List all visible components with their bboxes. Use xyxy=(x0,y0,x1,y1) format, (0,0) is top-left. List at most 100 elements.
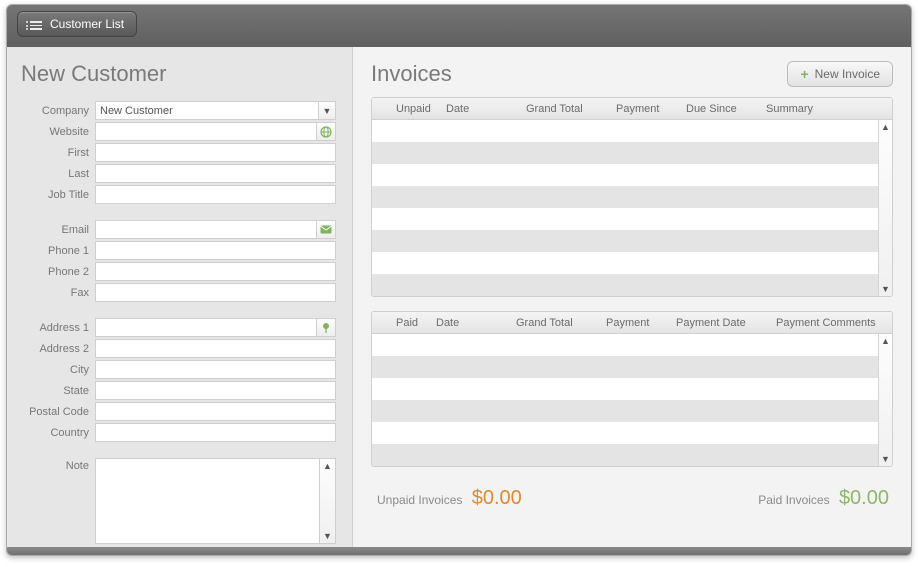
phone2-input[interactable] xyxy=(95,262,336,281)
table-row[interactable] xyxy=(372,252,878,274)
postal-input[interactable] xyxy=(95,402,336,421)
city-input[interactable] xyxy=(95,360,336,379)
globe-icon[interactable] xyxy=(316,122,336,141)
customer-list-label: Customer List xyxy=(50,17,124,31)
address2-input[interactable] xyxy=(95,339,336,358)
scroll-up-icon[interactable]: ▲ xyxy=(323,461,332,471)
column-header[interactable]: Payment Date xyxy=(672,317,772,329)
scroll-down-icon[interactable]: ▼ xyxy=(881,454,890,464)
unpaid-invoices-grid: UnpaidDateGrand TotalPaymentDue SinceSum… xyxy=(371,97,893,297)
app-window: Customer List New Customer Company ▼ Web… xyxy=(6,4,912,556)
mail-icon[interactable] xyxy=(316,220,336,239)
website-input[interactable] xyxy=(95,122,316,141)
top-toolbar: Customer List xyxy=(7,5,911,47)
company-input[interactable] xyxy=(95,101,318,120)
address1-row: Address 1 xyxy=(21,318,336,337)
note-label: Note xyxy=(21,458,95,472)
scroll-up-icon[interactable]: ▲ xyxy=(881,336,890,346)
address2-label: Address 2 xyxy=(21,343,95,355)
column-header[interactable]: Payment Comments xyxy=(772,317,892,329)
table-row[interactable] xyxy=(372,230,878,252)
last-label: Last xyxy=(21,168,95,180)
page-title: New Customer xyxy=(21,61,336,87)
table-row[interactable] xyxy=(372,274,878,296)
customer-form-pane: New Customer Company ▼ Website First xyxy=(7,47,353,547)
column-header[interactable]: Grand Total xyxy=(512,317,602,329)
table-row[interactable] xyxy=(372,378,878,400)
column-header[interactable]: Due Since xyxy=(682,103,762,115)
paid-scrollbar[interactable]: ▲ ▼ xyxy=(878,334,892,466)
table-row[interactable] xyxy=(372,186,878,208)
company-row: Company ▼ xyxy=(21,101,336,120)
fax-row: Fax xyxy=(21,283,336,302)
country-row: Country xyxy=(21,423,336,442)
first-input[interactable] xyxy=(95,143,336,162)
table-row[interactable] xyxy=(372,142,878,164)
column-header[interactable]: Date xyxy=(432,317,512,329)
email-input[interactable] xyxy=(95,220,316,239)
column-header[interactable]: Summary xyxy=(762,103,862,115)
first-row: First xyxy=(21,143,336,162)
column-header[interactable]: Grand Total xyxy=(522,103,612,115)
paid-invoices-grid: PaidDateGrand TotalPaymentPayment DatePa… xyxy=(371,311,893,467)
jobtitle-input[interactable] xyxy=(95,185,336,204)
column-header[interactable]: Paid xyxy=(372,317,432,329)
state-input[interactable] xyxy=(95,381,336,400)
website-label: Website xyxy=(21,126,95,138)
table-row[interactable] xyxy=(372,400,878,422)
fax-label: Fax xyxy=(21,287,95,299)
unpaid-scrollbar[interactable]: ▲ ▼ xyxy=(878,120,892,296)
phone2-row: Phone 2 xyxy=(21,262,336,281)
table-row[interactable] xyxy=(372,422,878,444)
unpaid-grid-rows xyxy=(372,120,878,296)
table-row[interactable] xyxy=(372,334,878,356)
paid-grid-body: ▲ ▼ xyxy=(372,334,892,466)
customer-list-button[interactable]: Customer List xyxy=(17,11,137,37)
city-row: City xyxy=(21,360,336,379)
address2-row: Address 2 xyxy=(21,339,336,358)
unpaid-total-amount: $0.00 xyxy=(472,487,522,509)
column-header[interactable]: Payment xyxy=(612,103,682,115)
table-row[interactable] xyxy=(372,208,878,230)
paid-grid-rows xyxy=(372,334,878,466)
country-input[interactable] xyxy=(95,423,336,442)
phone2-label: Phone 2 xyxy=(21,266,95,278)
email-row: Email xyxy=(21,220,336,239)
scroll-down-icon[interactable]: ▼ xyxy=(881,284,890,294)
note-textarea[interactable] xyxy=(95,458,320,544)
last-input[interactable] xyxy=(95,164,336,183)
unpaid-total-label: Unpaid Invoices xyxy=(377,493,462,507)
invoices-header: Invoices + New Invoice xyxy=(371,61,893,87)
column-header[interactable]: Unpaid xyxy=(372,103,442,115)
paid-total-label: Paid Invoices xyxy=(758,493,829,507)
table-row[interactable] xyxy=(372,444,878,466)
address1-input[interactable] xyxy=(95,318,316,337)
address1-label: Address 1 xyxy=(21,322,95,334)
list-icon xyxy=(30,19,44,29)
email-label: Email xyxy=(21,224,95,236)
column-header[interactable]: Date xyxy=(442,103,522,115)
invoices-pane: Invoices + New Invoice UnpaidDateGrand T… xyxy=(353,47,911,547)
fax-input[interactable] xyxy=(95,283,336,302)
phone1-label: Phone 1 xyxy=(21,245,95,257)
country-label: Country xyxy=(21,427,95,439)
note-scrollbar[interactable]: ▲ ▼ xyxy=(320,458,336,544)
footer-bar xyxy=(7,547,911,555)
phone1-input[interactable] xyxy=(95,241,336,260)
table-row[interactable] xyxy=(372,164,878,186)
map-pin-icon[interactable] xyxy=(316,318,336,337)
first-label: First xyxy=(21,147,95,159)
column-header[interactable]: Payment xyxy=(602,317,672,329)
scroll-up-icon[interactable]: ▲ xyxy=(881,122,890,132)
table-row[interactable] xyxy=(372,356,878,378)
plus-icon: + xyxy=(800,67,808,81)
postal-label: Postal Code xyxy=(21,406,95,418)
last-row: Last xyxy=(21,164,336,183)
scroll-down-icon[interactable]: ▼ xyxy=(323,531,332,541)
table-row[interactable] xyxy=(372,120,878,142)
state-label: State xyxy=(21,385,95,397)
city-label: City xyxy=(21,364,95,376)
company-dropdown-button[interactable]: ▼ xyxy=(318,101,336,120)
new-invoice-button[interactable]: + New Invoice xyxy=(787,61,893,87)
invoices-title: Invoices xyxy=(371,61,452,87)
